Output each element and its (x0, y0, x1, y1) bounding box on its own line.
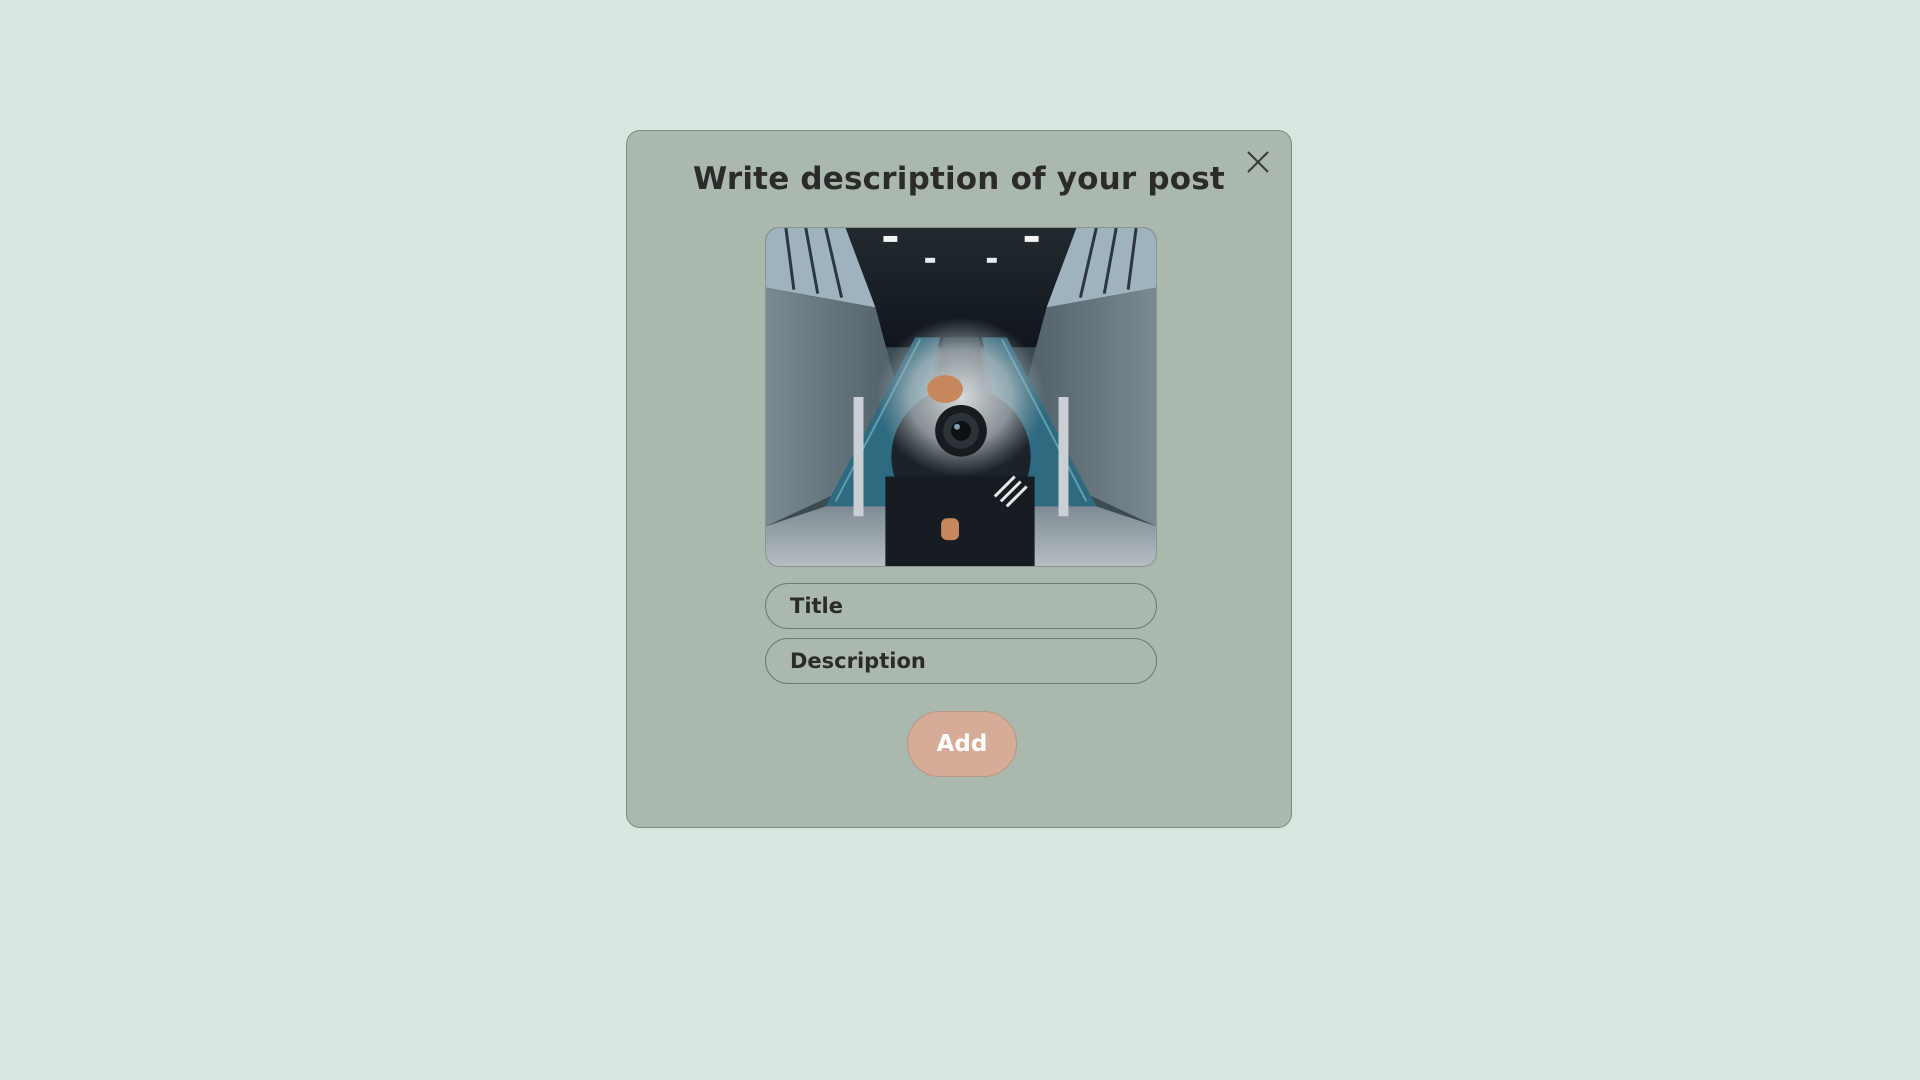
modal-title: Write description of your post (693, 161, 1225, 197)
post-photo (765, 227, 1157, 567)
title-input[interactable] (765, 583, 1157, 629)
description-input[interactable] (765, 638, 1157, 684)
post-description-modal: Write description of your post Title Des… (626, 130, 1292, 828)
add-button[interactable]: Add (907, 711, 1017, 777)
